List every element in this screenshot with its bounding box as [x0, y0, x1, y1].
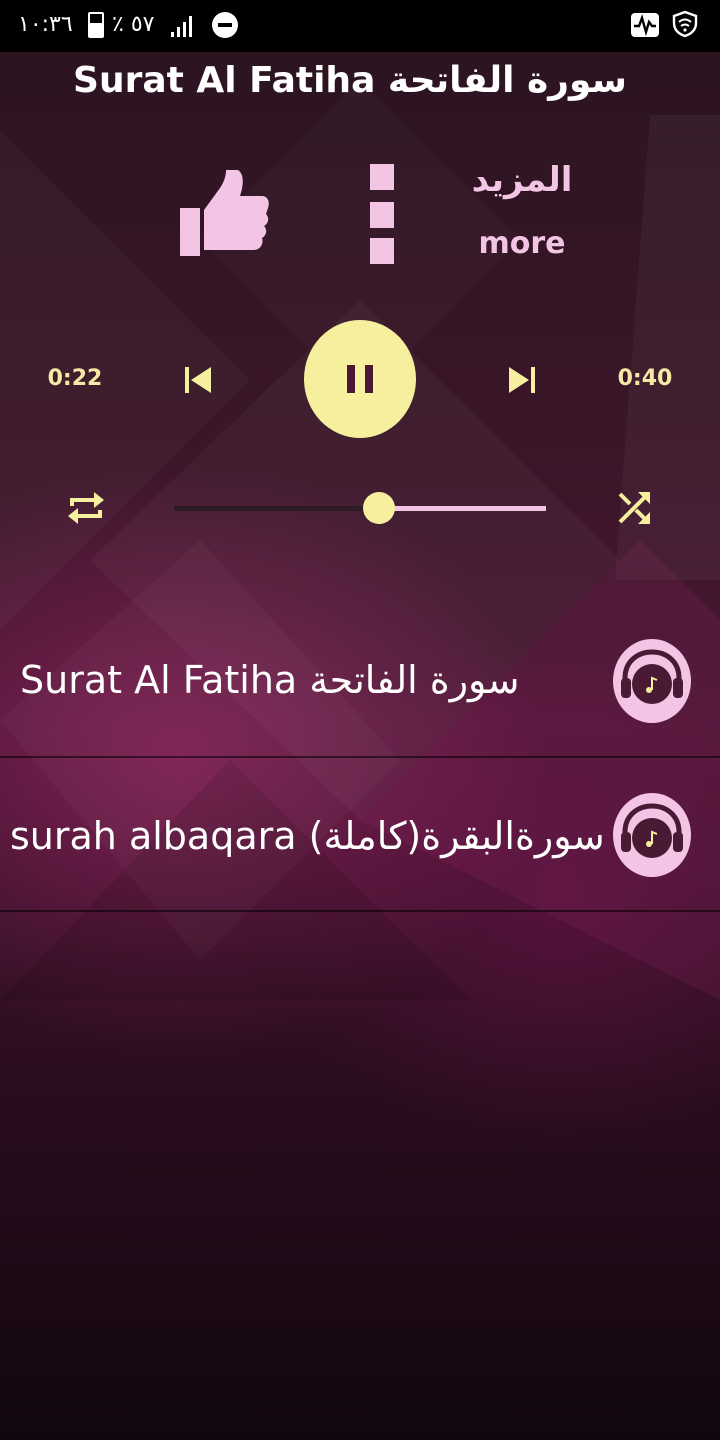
signal-icon	[171, 16, 192, 37]
list-item[interactable]: surah albaqara (سورةالبقرة(كاملة	[0, 758, 720, 912]
do-not-disturb-icon	[212, 12, 238, 38]
status-bar: ١٠:٣٦ ٪ ٥٧	[0, 0, 720, 52]
headphones-music-icon	[613, 793, 691, 877]
more-vertical-icon[interactable]	[366, 162, 396, 266]
headphones-music-icon	[613, 639, 691, 723]
seek-bar[interactable]	[174, 492, 546, 524]
elapsed-time: 0:22	[47, 366, 103, 391]
track-list: Surat Al Fatiha سورة الفاتحة surah albaq…	[0, 604, 720, 912]
seek-thumb[interactable]	[363, 492, 395, 524]
shuffle-icon[interactable]	[612, 486, 656, 530]
more-label-arabic[interactable]: المزيد	[462, 160, 582, 200]
page-title: Surat Al Fatiha سورة الفاتحة	[73, 60, 627, 101]
activity-icon	[631, 13, 659, 37]
shield-icon	[672, 10, 698, 38]
seek-progress	[174, 506, 379, 511]
repeat-icon[interactable]	[64, 486, 108, 530]
battery-percent: ٪ ٥٧	[112, 12, 155, 37]
more-label[interactable]: more	[462, 226, 582, 261]
next-icon[interactable]	[502, 360, 542, 400]
status-time: ١٠:٣٦	[18, 12, 73, 37]
duration-time: 0:40	[617, 366, 673, 391]
track-title: surah albaqara (سورةالبقرة(كاملة	[10, 814, 605, 858]
seek-remaining	[379, 506, 546, 511]
pause-icon-bar	[365, 365, 373, 393]
list-item[interactable]: Surat Al Fatiha سورة الفاتحة	[0, 604, 720, 758]
previous-icon[interactable]	[178, 360, 218, 400]
pause-button[interactable]	[304, 320, 416, 438]
thumbs-up-icon[interactable]	[176, 166, 270, 260]
pause-icon	[347, 365, 355, 393]
track-title: Surat Al Fatiha سورة الفاتحة	[20, 658, 520, 702]
battery-icon	[88, 12, 104, 38]
